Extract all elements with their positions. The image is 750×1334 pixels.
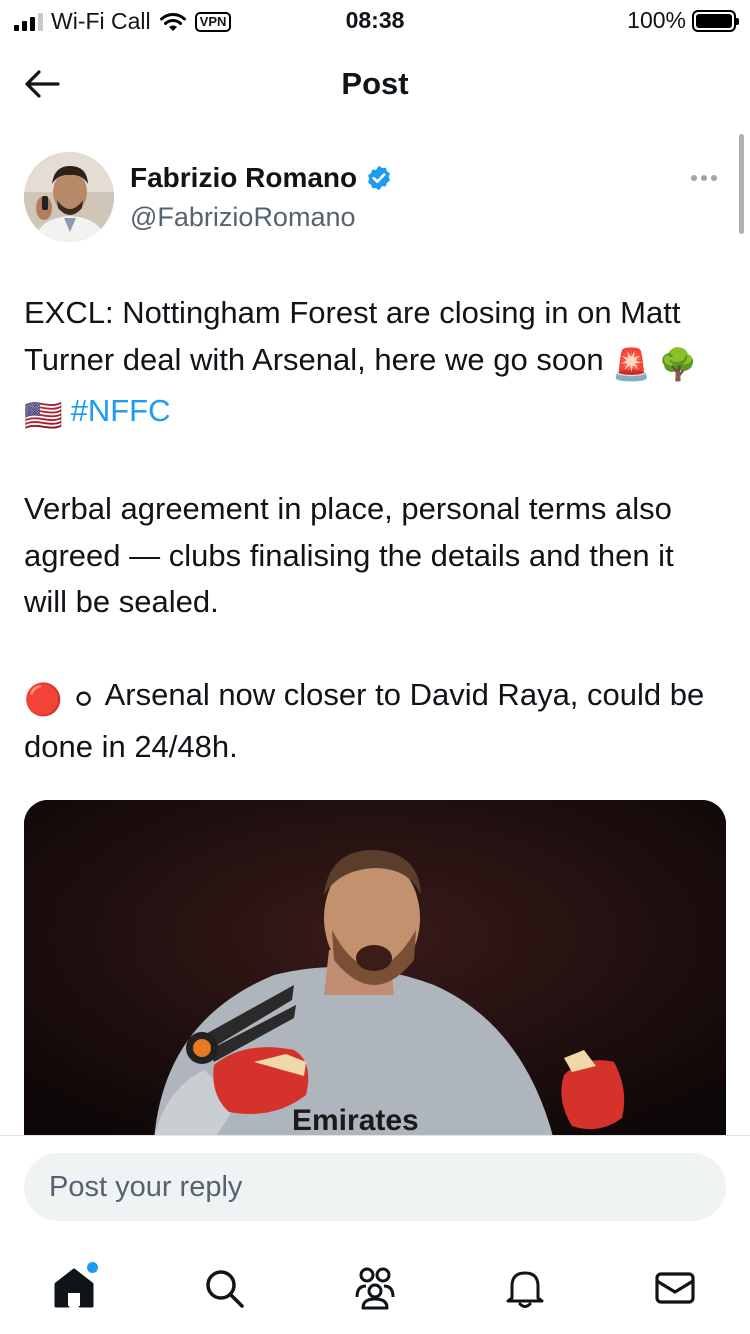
- post-author: Fabrizio Romano @FabrizioRomano: [24, 152, 724, 244]
- post-paragraph-3: 🔴 ⚪ Arsenal now closer to David Raya, coul…: [24, 672, 724, 770]
- nav-messages[interactable]: [647, 1260, 703, 1316]
- post-text: EXCL: Nottingham Forest are closing in o…: [24, 290, 724, 770]
- us-flag-emoji: 🇺🇸: [24, 398, 63, 433]
- post-paragraph-2: Verbal agreement in place, personal term…: [24, 491, 674, 619]
- nav-home[interactable]: [46, 1260, 102, 1316]
- tree-emoji: 🌳: [658, 346, 698, 382]
- author-name-row[interactable]: Fabrizio Romano: [130, 162, 393, 194]
- communities-icon: [355, 1267, 395, 1310]
- scrollbar[interactable]: [739, 134, 744, 234]
- verified-badge-icon: [368, 165, 391, 191]
- sponsor-text: Emirates: [292, 1104, 419, 1137]
- notifications-icon: [506, 1271, 544, 1308]
- reply-input[interactable]: Post your reply: [24, 1153, 726, 1221]
- nav-communities[interactable]: [347, 1260, 403, 1316]
- avatar-photo: [24, 152, 114, 242]
- goalkeeper-photo: Emirates: [24, 800, 726, 1140]
- page-title: Post: [341, 66, 409, 101]
- reply-bar: Post your reply: [0, 1135, 750, 1235]
- post-paragraph-1-text: EXCL: Nottingham Forest are closing in o…: [24, 295, 681, 377]
- red-circle-emoji: 🔴: [24, 682, 63, 717]
- status-bar-right: 100%: [627, 7, 739, 34]
- battery-icon: [692, 9, 739, 32]
- post-header: Post: [0, 56, 750, 112]
- search-icon: [206, 1270, 244, 1308]
- status-bar: Wi-Fi Call VPN 08:38 100%: [0, 0, 750, 40]
- white-circle-emoji: ⚪: [70, 682, 97, 717]
- battery-percent: 100%: [627, 7, 686, 33]
- police-light-emoji: 🚨: [612, 346, 651, 382]
- author-handle[interactable]: @FabrizioRomano: [130, 202, 356, 233]
- more-options-icon[interactable]: [684, 166, 724, 190]
- messages-icon: [655, 1272, 695, 1304]
- post-media-image[interactable]: Emirates: [24, 800, 726, 1140]
- avatar[interactable]: [24, 152, 114, 242]
- home-notification-dot: [87, 1262, 98, 1273]
- author-name: Fabrizio Romano: [130, 162, 358, 193]
- post-paragraph-3-text: Arsenal now closer to David Raya, could …: [24, 677, 705, 764]
- hashtag-link[interactable]: #NFFC: [71, 393, 171, 428]
- home-icon: [54, 1268, 94, 1308]
- bottom-nav: [0, 1240, 750, 1334]
- nav-notifications[interactable]: [497, 1260, 553, 1316]
- post-paragraph-1: EXCL: Nottingham Forest are closing in o…: [24, 290, 724, 440]
- nav-search[interactable]: [196, 1260, 252, 1316]
